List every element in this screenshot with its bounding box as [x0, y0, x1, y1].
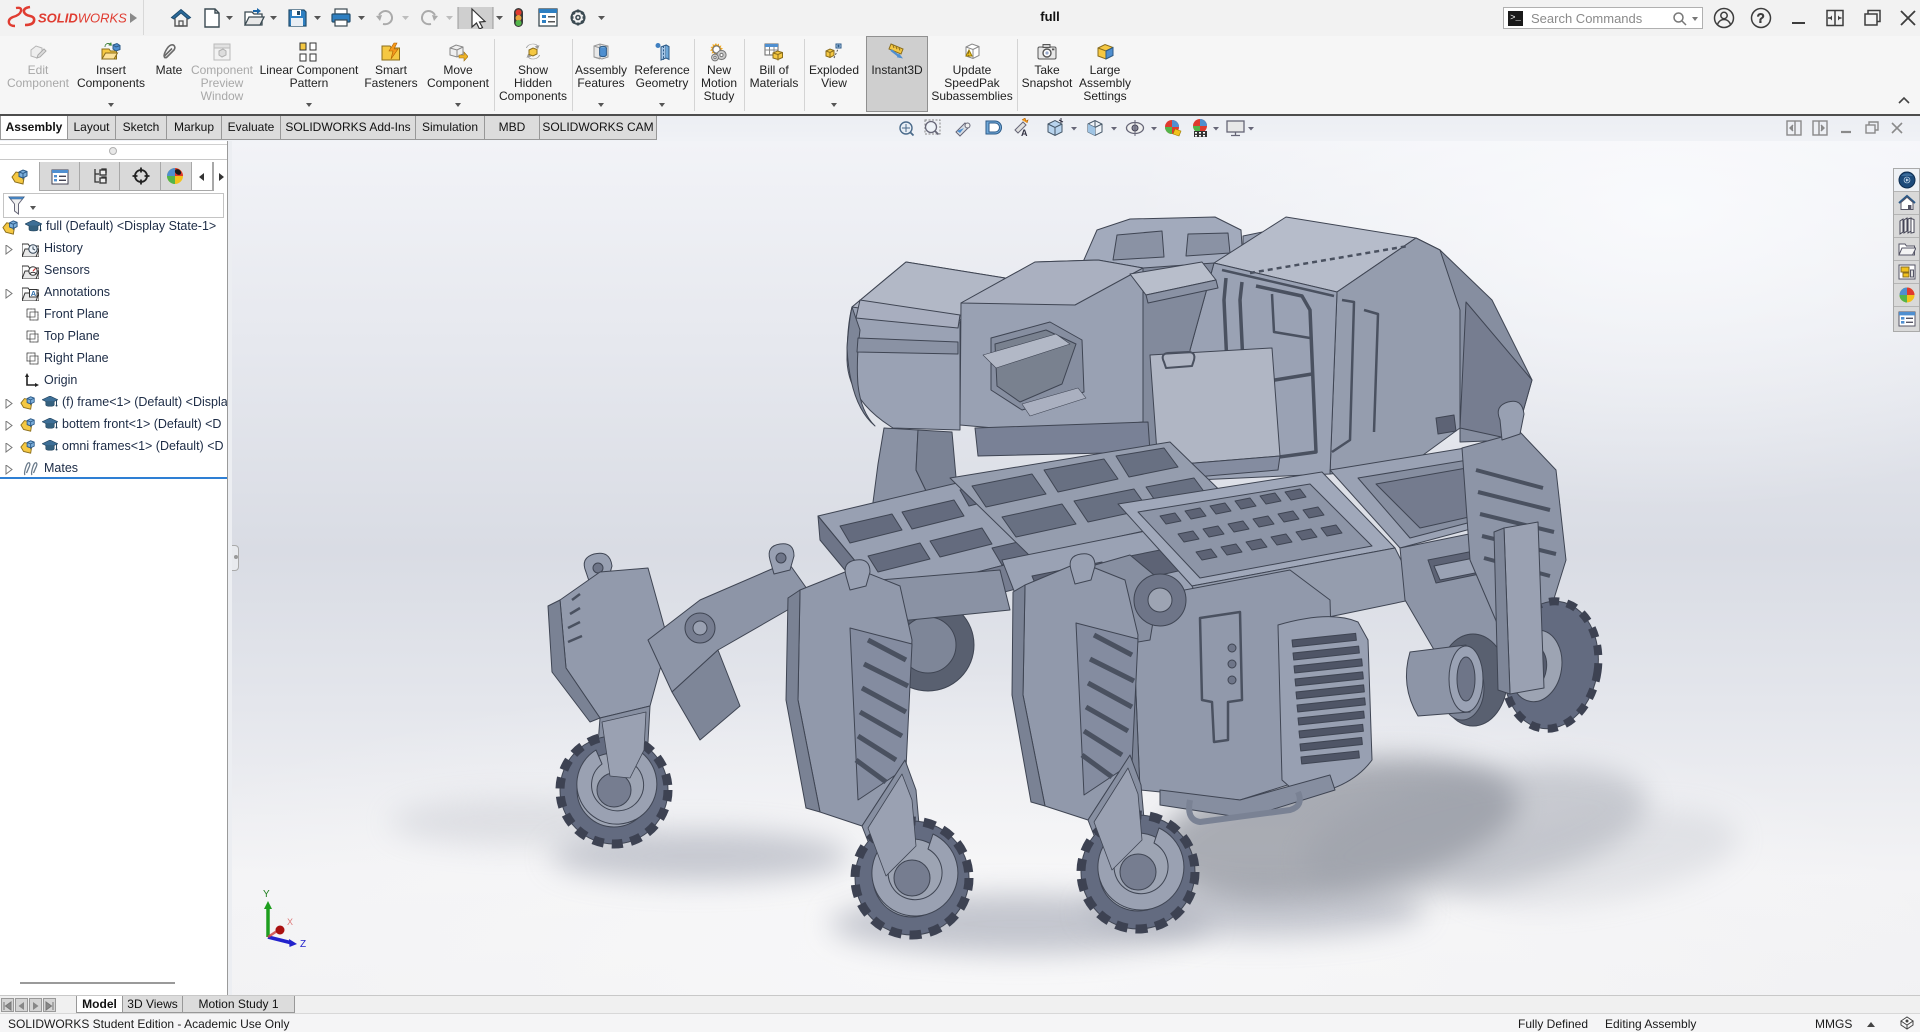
svg-text:Z: Z: [300, 939, 306, 950]
svg-text:SOLIDWORKS: SOLIDWORKS: [38, 11, 127, 26]
svg-text:?: ?: [1757, 11, 1764, 26]
svg-text:A: A: [31, 289, 37, 298]
svg-text:X: X: [287, 917, 293, 927]
svg-text:Y: Y: [263, 889, 270, 900]
svg-text:A: A: [1021, 128, 1028, 138]
